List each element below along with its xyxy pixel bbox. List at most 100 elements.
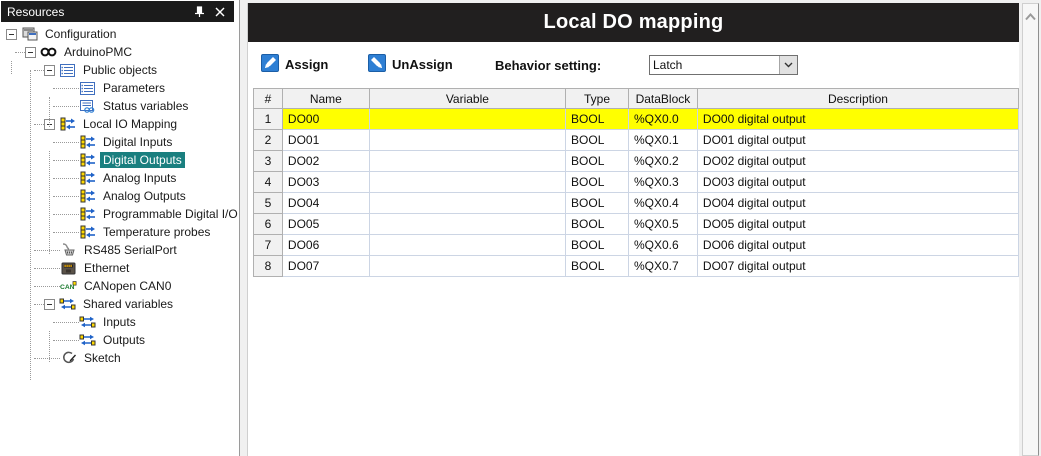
sketch-icon bbox=[60, 351, 77, 366]
table-row-do07[interactable]: 8DO07BOOL%QX0.7DO07 digital output bbox=[254, 256, 1019, 277]
scroll-up-icon[interactable] bbox=[1025, 13, 1036, 21]
tree-item-digital-outputs[interactable]: Digital Outputs bbox=[0, 151, 239, 169]
tree-connector bbox=[53, 160, 79, 161]
unassign-button[interactable]: UnAssign bbox=[368, 54, 453, 75]
tree-item-label: Programmable Digital I/O bbox=[100, 206, 239, 222]
cell-description: DO01 digital output bbox=[697, 130, 1018, 151]
tree-connector bbox=[53, 88, 79, 89]
tree-item-parameters[interactable]: Parameters bbox=[0, 79, 239, 97]
cell-type: BOOL bbox=[566, 235, 629, 256]
tree-item-outputs[interactable]: Outputs bbox=[0, 331, 239, 349]
expand-collapse-box[interactable] bbox=[6, 29, 17, 40]
tree-connector bbox=[53, 178, 79, 179]
tree-connector bbox=[34, 358, 60, 359]
cell-name: DO02 bbox=[282, 151, 369, 172]
tree-item-inputs[interactable]: Inputs bbox=[0, 313, 239, 331]
cell-description: DO02 digital output bbox=[697, 151, 1018, 172]
tree-connector bbox=[53, 196, 79, 197]
tree-item-shared-variables[interactable]: Shared variables bbox=[0, 295, 239, 313]
tree-item-label: Ethernet bbox=[81, 260, 132, 276]
table-row-do00[interactable]: 1DO00BOOL%QX0.0DO00 digital output bbox=[254, 109, 1019, 130]
resources-titlebar: Resources bbox=[1, 1, 234, 22]
tree-item-rs485-serialport[interactable]: RS485 SerialPort bbox=[0, 241, 239, 259]
tree-guide-line bbox=[49, 331, 50, 362]
cell-datablock: %QX0.0 bbox=[628, 109, 697, 130]
tree-item-label: Status variables bbox=[100, 98, 191, 114]
resources-title: Resources bbox=[7, 5, 64, 19]
tree-item-sketch[interactable]: Sketch bbox=[0, 349, 239, 367]
cell-variable bbox=[369, 193, 565, 214]
close-icon[interactable] bbox=[212, 4, 228, 20]
tree-item-public-objects[interactable]: Public objects bbox=[0, 61, 239, 79]
table-row-do03[interactable]: 4DO03BOOL%QX0.3DO03 digital output bbox=[254, 172, 1019, 193]
table-row-do02[interactable]: 3DO02BOOL%QX0.2DO02 digital output bbox=[254, 151, 1019, 172]
tree-item-label: Digital Inputs bbox=[100, 134, 175, 150]
tree-item-status-variables[interactable]: Status variables bbox=[0, 97, 239, 115]
behavior-setting-label: Behavior setting: bbox=[495, 58, 601, 73]
cell-type: BOOL bbox=[566, 151, 629, 172]
expand-collapse-box[interactable] bbox=[44, 299, 55, 310]
column-header-type: Type bbox=[566, 89, 629, 109]
table-row-do05[interactable]: 6DO05BOOL%QX0.5DO05 digital output bbox=[254, 214, 1019, 235]
cell-type: BOOL bbox=[566, 130, 629, 151]
io-mapping-icon bbox=[79, 189, 96, 204]
tree-item-configuration[interactable]: Configuration bbox=[0, 25, 239, 43]
shared-vars-icon bbox=[79, 315, 96, 330]
cell-type: BOOL bbox=[566, 256, 629, 277]
cell-description: DO05 digital output bbox=[697, 214, 1018, 235]
resources-panel: Resources ConfigurationArduinoPMCPublic … bbox=[0, 0, 240, 456]
column-header-: # bbox=[254, 89, 283, 109]
can-icon: CAN bbox=[60, 279, 77, 294]
cell-name: DO00 bbox=[282, 109, 369, 130]
tree-connector bbox=[34, 70, 44, 71]
expand-collapse-box[interactable] bbox=[25, 47, 36, 58]
tree-item-temperature-probes[interactable]: Temperature probes bbox=[0, 223, 239, 241]
cell-variable bbox=[369, 172, 565, 193]
tree-item-label: Configuration bbox=[42, 26, 119, 42]
column-header-name: Name bbox=[282, 89, 369, 109]
cell-datablock: %QX0.3 bbox=[628, 172, 697, 193]
behavior-setting-select[interactable]: Latch bbox=[649, 55, 798, 75]
behavior-setting-value: Latch bbox=[650, 56, 779, 74]
cell-description: DO03 digital output bbox=[697, 172, 1018, 193]
vertical-scrollbar[interactable] bbox=[1022, 3, 1039, 456]
tree-item-label: Shared variables bbox=[80, 296, 176, 312]
table-row-do01[interactable]: 2DO01BOOL%QX0.1DO01 digital output bbox=[254, 130, 1019, 151]
cell-num: 4 bbox=[254, 172, 283, 193]
cell-datablock: %QX0.7 bbox=[628, 256, 697, 277]
pin-icon[interactable] bbox=[191, 4, 207, 20]
panel-title-text: Local DO mapping bbox=[544, 11, 724, 34]
tree-item-label: Digital Outputs bbox=[100, 152, 185, 168]
tree-connector bbox=[34, 304, 44, 305]
tree-item-local-io-mapping[interactable]: Local IO Mapping bbox=[0, 115, 239, 133]
cell-num: 7 bbox=[254, 235, 283, 256]
tree-guide-line bbox=[11, 61, 12, 74]
tree-item-analog-inputs[interactable]: Analog Inputs bbox=[0, 169, 239, 187]
cell-description: DO04 digital output bbox=[697, 193, 1018, 214]
tree-item-digital-inputs[interactable]: Digital Inputs bbox=[0, 133, 239, 151]
cell-name: DO07 bbox=[282, 256, 369, 277]
column-header-description: Description bbox=[697, 89, 1018, 109]
tree-item-arduinopmc[interactable]: ArduinoPMC bbox=[0, 43, 239, 61]
table-row-do06[interactable]: 7DO06BOOL%QX0.6DO06 digital output bbox=[254, 235, 1019, 256]
expand-collapse-box[interactable] bbox=[44, 65, 55, 76]
tree-item-canopen-can0[interactable]: CANCANopen CAN0 bbox=[0, 277, 239, 295]
tree-item-ethernet[interactable]: Ethernet bbox=[0, 259, 239, 277]
tree-item-label: Inputs bbox=[100, 314, 139, 330]
tree-item-programmable-digital-i-o[interactable]: Programmable Digital I/O bbox=[0, 205, 239, 223]
tree-connector bbox=[53, 106, 79, 107]
cell-type: BOOL bbox=[566, 193, 629, 214]
table-row-do04[interactable]: 5DO04BOOL%QX0.4DO04 digital output bbox=[254, 193, 1019, 214]
cell-variable bbox=[369, 109, 565, 130]
chevron-down-icon[interactable] bbox=[779, 56, 797, 74]
cell-num: 6 bbox=[254, 214, 283, 235]
assign-icon bbox=[261, 54, 279, 75]
tree-item-label: Public objects bbox=[80, 62, 160, 78]
table-header-row: #NameVariableTypeDataBlockDescription bbox=[254, 89, 1019, 109]
tree-item-analog-outputs[interactable]: Analog Outputs bbox=[0, 187, 239, 205]
tree-item-label: Parameters bbox=[100, 80, 168, 96]
assign-button[interactable]: Assign bbox=[261, 54, 328, 75]
tree-connector bbox=[34, 124, 44, 125]
io-mapping-icon bbox=[79, 153, 96, 168]
tree-item-label: Temperature probes bbox=[100, 224, 213, 240]
